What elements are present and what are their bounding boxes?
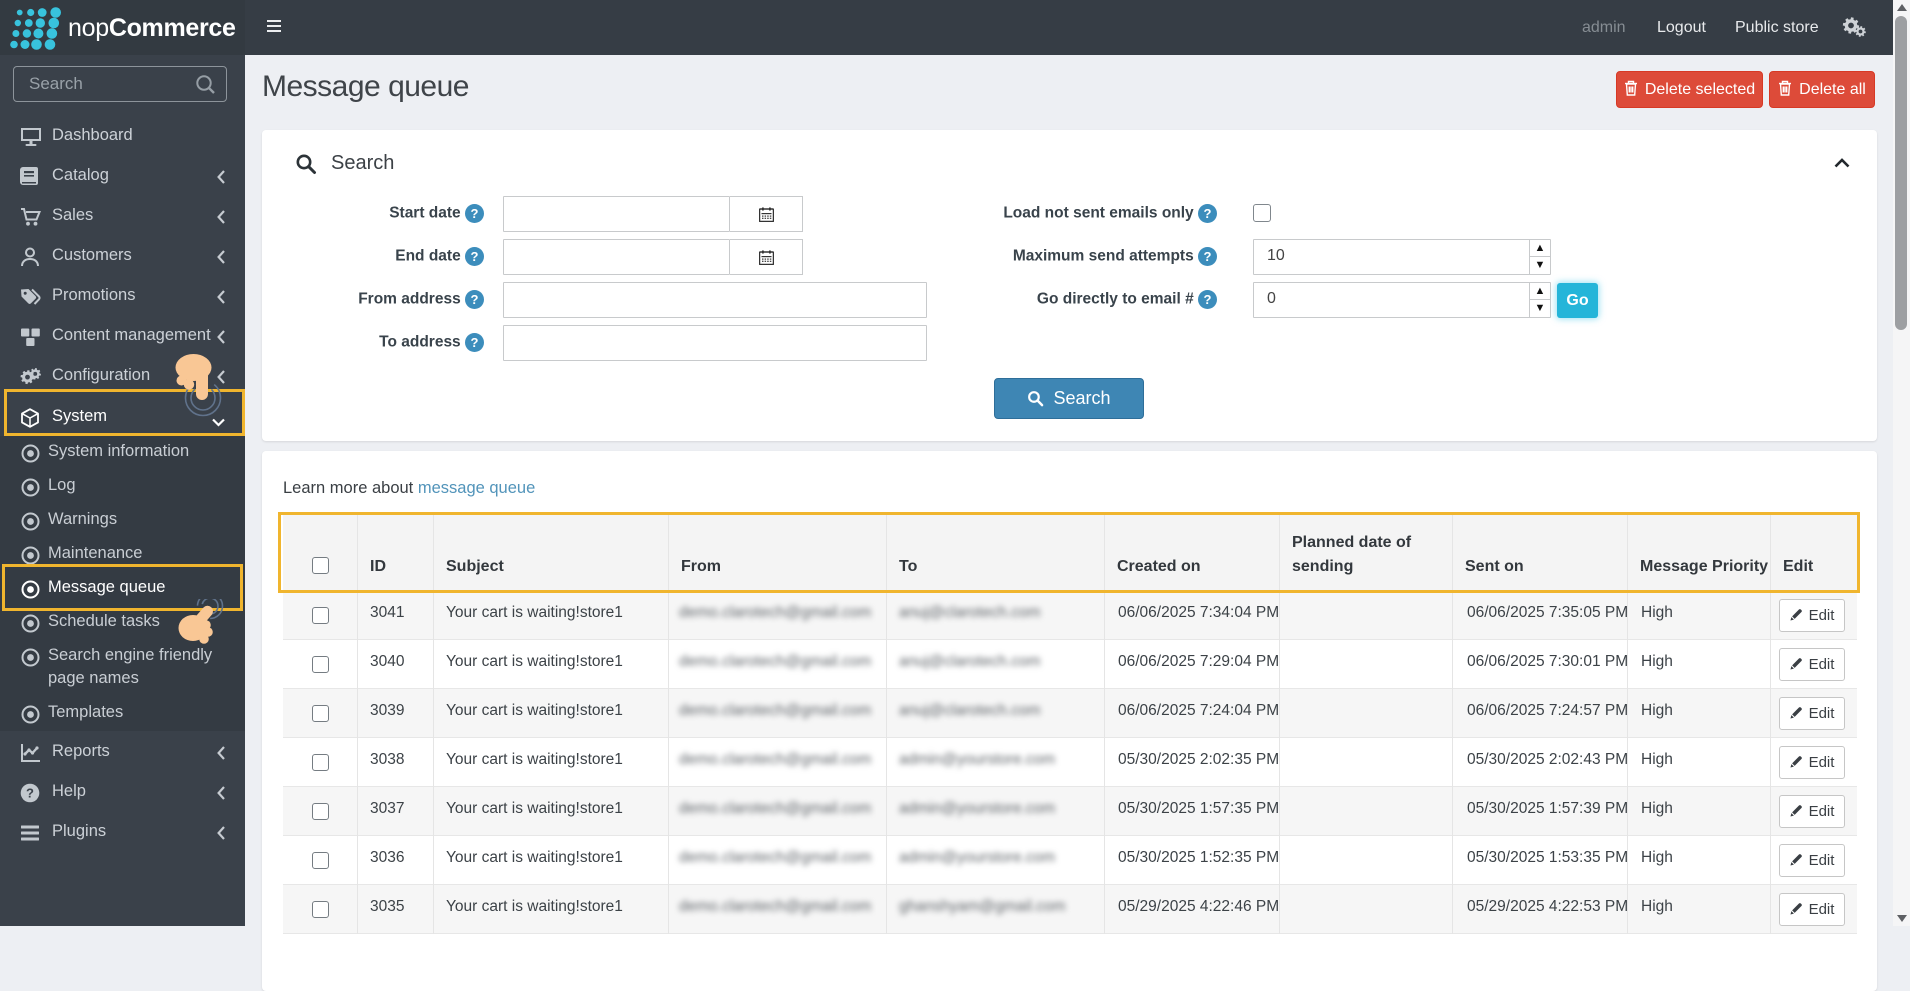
svg-text:?: ? — [26, 785, 34, 800]
